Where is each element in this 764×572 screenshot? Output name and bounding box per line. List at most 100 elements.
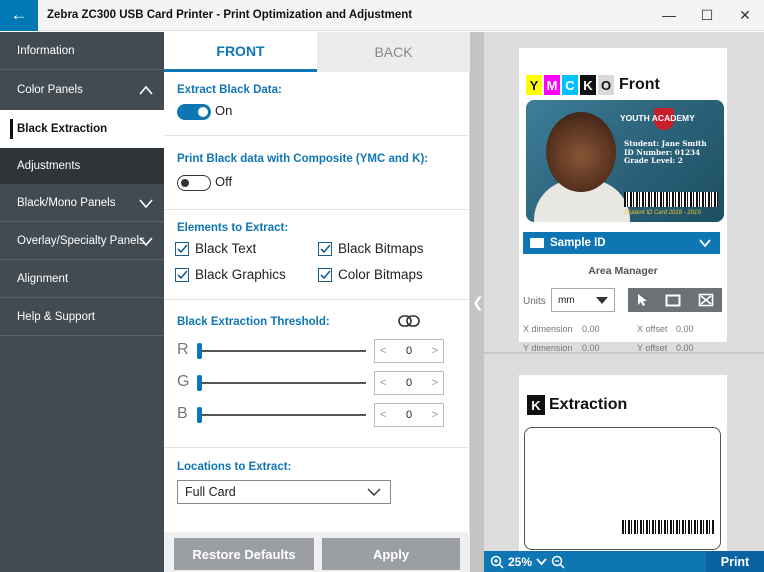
sidebar-item-label: Help & Support bbox=[17, 310, 95, 323]
increment-button[interactable]: > bbox=[432, 345, 438, 357]
link-icon[interactable] bbox=[398, 314, 420, 328]
chevron-down-icon[interactable] bbox=[536, 557, 547, 566]
extraction-label: Extraction bbox=[549, 396, 628, 413]
checkbox-label: Black Bitmaps bbox=[338, 241, 424, 256]
black-graphics-checkbox[interactable]: Black Graphics bbox=[175, 267, 286, 282]
area-tools bbox=[628, 288, 722, 312]
section-title: Locations to Extract: bbox=[177, 461, 292, 473]
close-button[interactable]: ✕ bbox=[726, 7, 764, 24]
chevron-up-icon bbox=[139, 85, 153, 95]
panel-legend: Y M C K O Front bbox=[526, 75, 662, 95]
area-manager-title: Area Manager bbox=[588, 265, 658, 277]
folder-icon bbox=[530, 238, 544, 248]
units-select[interactable]: mm bbox=[551, 288, 615, 312]
tab-back[interactable]: BACK bbox=[317, 32, 470, 72]
toggle-state-label: On bbox=[215, 103, 233, 118]
extraction-header: K Extraction bbox=[527, 395, 627, 415]
zoom-out-icon[interactable] bbox=[551, 555, 565, 569]
g-threshold-row: G < 0 > bbox=[177, 371, 462, 395]
sidebar-item-label: Overlay/Specialty Panels bbox=[17, 234, 145, 247]
sidebar-item-adjustments[interactable]: Adjustments bbox=[0, 148, 164, 184]
locations-select[interactable]: Full Card bbox=[177, 480, 391, 504]
locations-section: Locations to Extract: Full Card bbox=[164, 448, 470, 532]
black-text-checkbox[interactable]: Black Text bbox=[175, 241, 256, 256]
x-offset-value: 0.00 bbox=[676, 324, 694, 334]
r-stepper[interactable]: < 0 > bbox=[374, 339, 444, 363]
checkmark-icon bbox=[175, 267, 189, 282]
sidebar-item-help-support[interactable]: Help & Support bbox=[0, 298, 164, 336]
slider-track[interactable] bbox=[202, 414, 366, 416]
color-bitmaps-checkbox[interactable]: Color Bitmaps bbox=[318, 267, 423, 282]
stepper-value[interactable]: 0 bbox=[406, 377, 412, 389]
increment-button[interactable]: > bbox=[432, 409, 438, 421]
collapse-preview-strip[interactable]: ❮ bbox=[470, 32, 484, 572]
sidebar: Information Color Panels Black Extractio… bbox=[0, 32, 164, 572]
stepper-value[interactable]: 0 bbox=[406, 409, 412, 421]
chevron-down-icon bbox=[699, 239, 711, 248]
barcode bbox=[624, 192, 718, 207]
channel-label: R bbox=[177, 341, 189, 358]
slider-track[interactable] bbox=[202, 350, 366, 352]
student-grade: Grade Level: 2 bbox=[624, 156, 683, 165]
checkbox-label: Black Graphics bbox=[195, 267, 286, 282]
elements-section: Elements to Extract: Black Text Black Bi… bbox=[164, 210, 470, 300]
toggle-state-label: Off bbox=[215, 174, 233, 189]
panel-y: Y bbox=[526, 75, 542, 95]
section-title: Print Black data with Composite (YMC and… bbox=[177, 153, 429, 165]
preview-panel: Y M C K O Front YOUTH ACADEMY Student: J… bbox=[484, 32, 764, 572]
sidebar-item-label: Color Panels bbox=[17, 84, 83, 96]
decrement-button[interactable]: < bbox=[380, 345, 386, 357]
sidebar-item-black-extraction[interactable]: Black Extraction bbox=[0, 110, 164, 148]
rectangle-icon[interactable] bbox=[665, 294, 681, 307]
print-black-section: Print Black data with Composite (YMC and… bbox=[164, 136, 470, 210]
arrow-left-icon: ← bbox=[10, 5, 28, 24]
apply-button[interactable]: Apply bbox=[322, 538, 460, 570]
delete-area-icon[interactable] bbox=[698, 293, 714, 307]
x-dimension-label: X dimension bbox=[523, 324, 573, 334]
zoom-in-icon[interactable] bbox=[490, 555, 504, 569]
restore-defaults-button[interactable]: Restore Defaults bbox=[174, 538, 314, 570]
student-photo bbox=[546, 112, 616, 192]
extract-black-toggle[interactable] bbox=[177, 104, 211, 120]
side-tabs: FRONT BACK bbox=[164, 32, 470, 72]
sidebar-item-color-panels[interactable]: Color Panels bbox=[0, 70, 164, 110]
caret-down-icon bbox=[596, 297, 608, 304]
chevron-down-icon bbox=[367, 488, 381, 496]
extraction-preview-card: K Extraction bbox=[519, 375, 727, 551]
decrement-button[interactable]: < bbox=[380, 409, 386, 421]
minimize-button[interactable]: — bbox=[650, 7, 688, 24]
maximize-button[interactable]: ☐ bbox=[688, 7, 726, 24]
panel-c: C bbox=[562, 75, 578, 95]
pointer-icon[interactable] bbox=[636, 293, 648, 307]
channel-label: G bbox=[177, 373, 190, 390]
sample-id-dropdown[interactable]: Sample ID bbox=[523, 232, 720, 254]
slider-track[interactable] bbox=[202, 382, 366, 384]
preview-bottom-bar: 25% Print bbox=[484, 551, 764, 572]
sidebar-item-overlay-specialty-panels[interactable]: Overlay/Specialty Panels bbox=[0, 222, 164, 260]
print-button[interactable]: Print bbox=[706, 551, 764, 572]
chevron-left-icon: ❮ bbox=[472, 294, 484, 310]
school-name: YOUTH ACADEMY bbox=[620, 113, 695, 123]
channel-label: B bbox=[177, 405, 188, 422]
sidebar-item-label: Black Extraction bbox=[17, 123, 108, 135]
increment-button[interactable]: > bbox=[432, 377, 438, 389]
extract-black-section: Extract Black Data: On bbox=[164, 72, 470, 136]
section-title: Elements to Extract: bbox=[177, 222, 289, 234]
print-black-toggle[interactable] bbox=[177, 175, 211, 191]
sidebar-item-black-mono-panels[interactable]: Black/Mono Panels bbox=[0, 184, 164, 222]
sidebar-item-alignment[interactable]: Alignment bbox=[0, 260, 164, 298]
b-stepper[interactable]: < 0 > bbox=[374, 403, 444, 427]
settings-panel: FRONT BACK Extract Black Data: On Print … bbox=[164, 32, 470, 572]
back-button[interactable]: ← bbox=[0, 0, 38, 31]
tab-front[interactable]: FRONT bbox=[164, 32, 317, 72]
sidebar-item-information[interactable]: Information bbox=[0, 32, 164, 70]
g-stepper[interactable]: < 0 > bbox=[374, 371, 444, 395]
stepper-value[interactable]: 0 bbox=[406, 345, 412, 357]
r-threshold-row: R < 0 > bbox=[177, 339, 462, 363]
student-info: Student: Jane Smith ID Number: 01234 Gra… bbox=[624, 139, 707, 166]
black-bitmaps-checkbox[interactable]: Black Bitmaps bbox=[318, 241, 424, 256]
chevron-down-icon bbox=[139, 236, 153, 246]
decrement-button[interactable]: < bbox=[380, 377, 386, 389]
side-label: Front bbox=[619, 76, 660, 93]
zoom-level[interactable]: 25% bbox=[508, 555, 532, 569]
